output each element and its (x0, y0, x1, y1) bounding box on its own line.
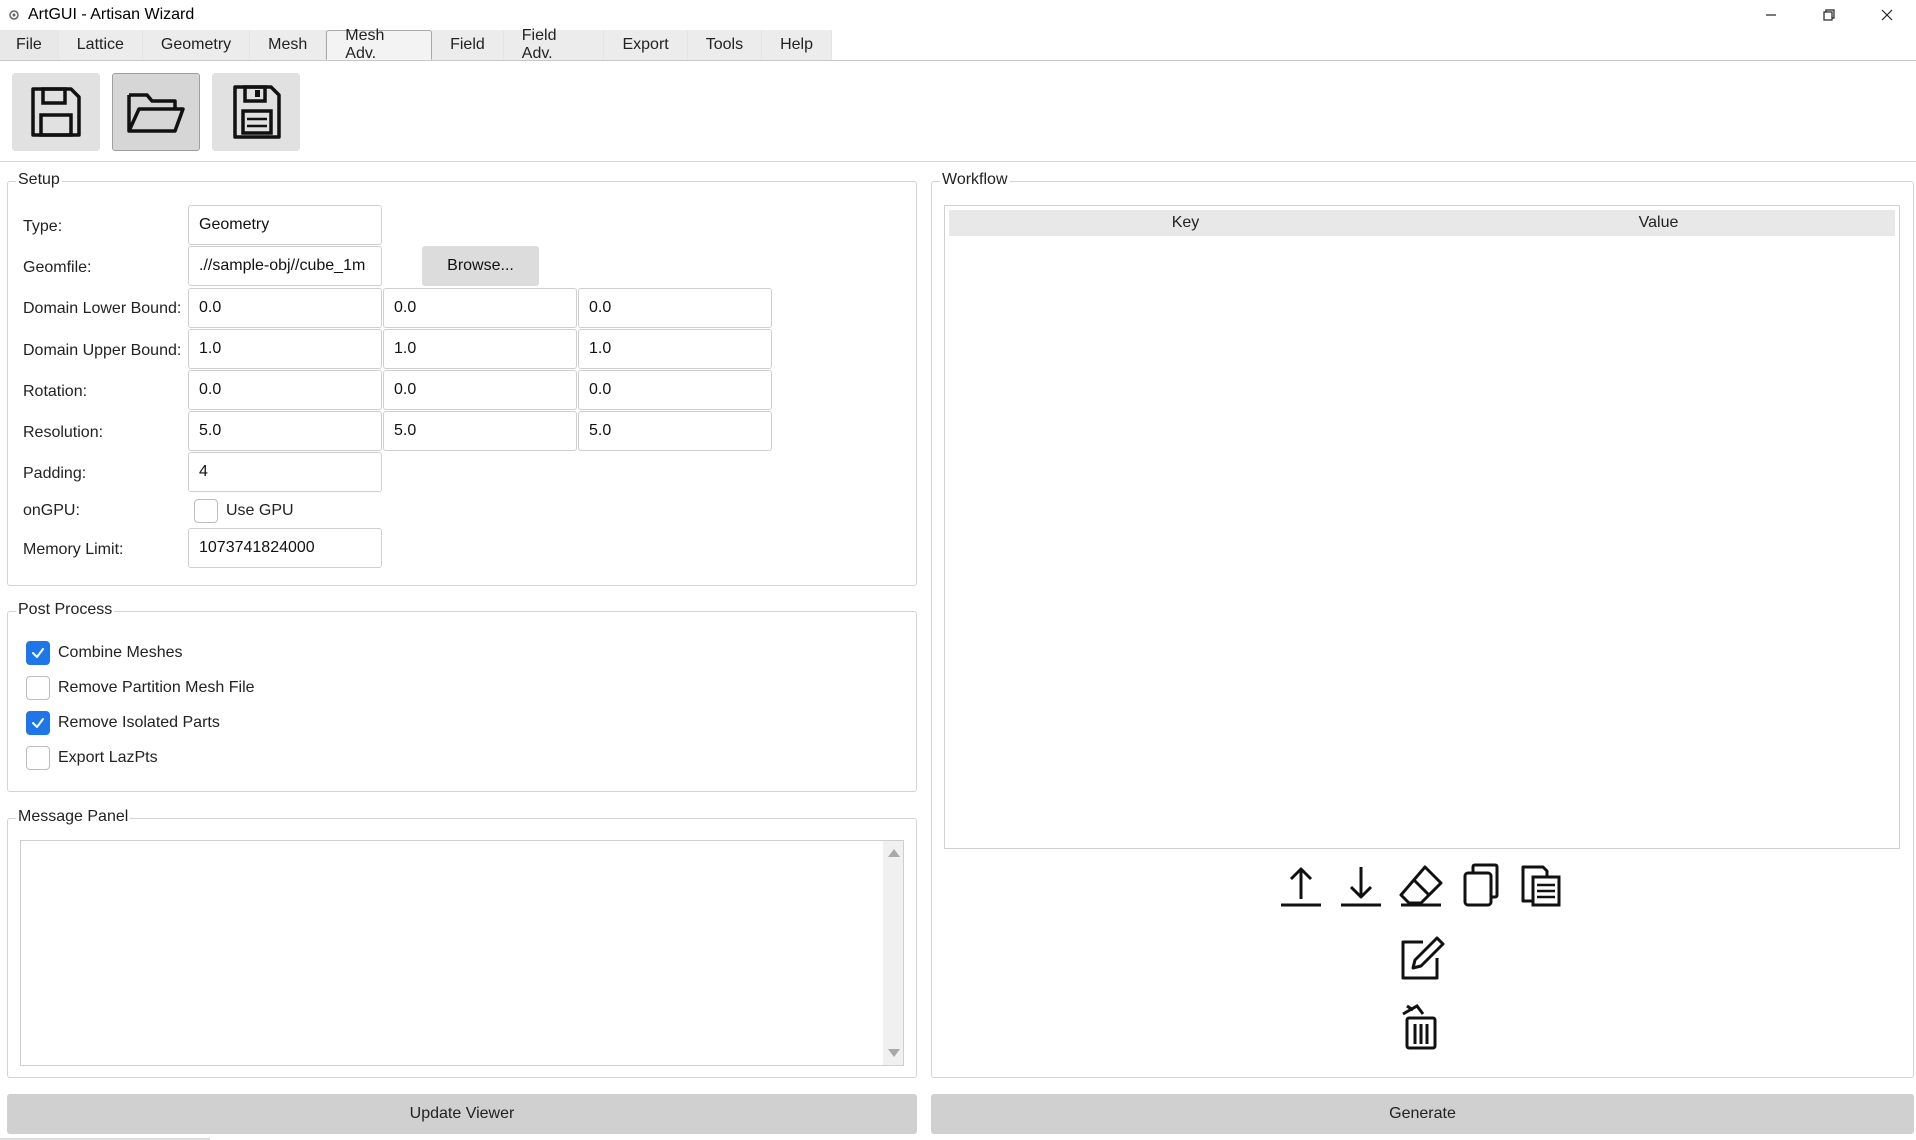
move-up-button[interactable] (1277, 861, 1325, 909)
key-column-header[interactable]: Key (949, 210, 1422, 236)
minimize-button[interactable] (1742, 0, 1800, 30)
open-folder-icon (127, 93, 185, 133)
setup-group: Setup Type: Geometry Geomfile: .//sample… (7, 171, 917, 586)
export-lazpts-label: Export LazPts (58, 749, 158, 766)
paste-icon (1521, 865, 1561, 907)
restore-button[interactable] (1800, 0, 1858, 30)
message-panel-textarea[interactable] (20, 840, 904, 1066)
tab-help[interactable]: Help (762, 30, 832, 60)
tab-mesh[interactable]: Mesh (250, 30, 327, 60)
memory-limit-field[interactable]: 1073741824000 (188, 528, 382, 568)
type-label: Type: (23, 218, 63, 235)
copy-icon (1463, 863, 1499, 907)
resolution-z-field[interactable]: 5.0 (578, 411, 772, 451)
scroll-up-arrow-icon[interactable] (888, 849, 900, 857)
domain-upper-x-field[interactable]: 1.0 (188, 329, 382, 369)
eraser-button[interactable] (1397, 861, 1445, 909)
message-panel-title: Message Panel (16, 808, 131, 826)
resolution-y-field[interactable]: 5.0 (383, 411, 577, 451)
delete-icon (1402, 1004, 1437, 1050)
remove-isolated-parts-checkbox[interactable] (26, 711, 50, 735)
resolution-x-field[interactable]: 5.0 (188, 411, 382, 451)
save-as-button[interactable] (212, 73, 300, 151)
toolbar (0, 61, 1916, 162)
close-icon (1881, 9, 1893, 21)
type-field[interactable]: Geometry (188, 205, 382, 245)
padding-field[interactable]: 4 (188, 452, 382, 492)
domain-lower-y-field[interactable]: 0.0 (383, 288, 577, 328)
tab-file[interactable]: File (0, 30, 59, 60)
combine-meshes-label: Combine Meshes (58, 644, 183, 661)
restore-icon (1823, 9, 1835, 21)
remove-partition-mesh-label: Remove Partition Mesh File (58, 679, 255, 696)
tab-lattice[interactable]: Lattice (59, 30, 143, 60)
workflow-table[interactable]: Key Value (944, 205, 1900, 849)
edit-button[interactable] (1397, 934, 1445, 982)
rotation-y-field[interactable]: 0.0 (383, 370, 577, 410)
copy-button[interactable] (1457, 861, 1505, 909)
minimize-icon (1766, 14, 1776, 16)
open-folder-button[interactable] (112, 73, 200, 151)
remove-isolated-parts-label: Remove Isolated Parts (58, 714, 220, 731)
value-column-header[interactable]: Value (1422, 210, 1895, 236)
combine-meshes-checkbox[interactable] (26, 641, 50, 665)
message-panel-scrollbar[interactable] (883, 841, 903, 1065)
save-button[interactable] (12, 73, 100, 151)
delete-button[interactable] (1397, 1004, 1445, 1052)
message-panel-group: Message Panel (7, 808, 917, 1078)
rotation-label: Rotation: (23, 383, 88, 400)
eraser-icon (1399, 865, 1443, 907)
title-bar: ArtGUI - Artisan Wizard (0, 0, 1916, 30)
close-button[interactable] (1858, 0, 1916, 30)
rotation-x-field[interactable]: 0.0 (188, 370, 382, 410)
remove-partition-mesh-checkbox[interactable] (26, 676, 50, 700)
workflow-group: Workflow Key Value (931, 171, 1914, 1078)
setup-title: Setup (16, 171, 62, 189)
use-gpu-label: Use GPU (226, 502, 294, 519)
tab-geometry[interactable]: Geometry (143, 30, 251, 60)
paste-button[interactable] (1517, 861, 1565, 909)
tab-field[interactable]: Field (432, 30, 504, 60)
tabs: File Lattice Geometry Mesh Mesh Adv. Fie… (0, 27, 832, 62)
domain-upper-z-field[interactable]: 1.0 (578, 329, 772, 369)
domain-upper-y-field[interactable]: 1.0 (383, 329, 577, 369)
move-down-button[interactable] (1337, 861, 1385, 909)
update-viewer-button[interactable]: Update Viewer (7, 1094, 917, 1134)
edit-icon (1401, 936, 1445, 980)
tab-tools[interactable]: Tools (688, 30, 763, 60)
domain-lower-z-field[interactable]: 0.0 (578, 288, 772, 328)
geomfile-field[interactable]: .//sample-obj//cube_1m (188, 246, 382, 286)
domain-lower-x-field[interactable]: 0.0 (188, 288, 382, 328)
use-gpu-checkbox[interactable] (194, 499, 218, 523)
move-up-icon (1281, 867, 1321, 907)
tab-field-adv[interactable]: Field Adv. (504, 27, 605, 62)
app-gear-icon (6, 7, 22, 23)
rotation-z-field[interactable]: 0.0 (578, 370, 772, 410)
workflow-title: Workflow (940, 171, 1010, 189)
checkmark-icon (32, 648, 44, 658)
resolution-label: Resolution: (23, 424, 104, 441)
browse-button[interactable]: Browse... (422, 246, 539, 286)
move-down-icon (1341, 867, 1381, 907)
post-process-group: Post Process Combine Meshes Remove Parti… (7, 601, 917, 792)
save-icon (31, 87, 81, 137)
workflow-table-header: Key Value (949, 210, 1895, 236)
checkmark-icon (32, 718, 44, 728)
main-tab-bar: File Lattice Geometry Mesh Mesh Adv. Fie… (0, 27, 1916, 62)
memory-limit-label: Memory Limit: (23, 541, 124, 558)
domain-upper-label: Domain Upper Bound: (23, 342, 182, 359)
domain-lower-label: Domain Lower Bound: (23, 300, 182, 317)
save-as-icon (233, 85, 281, 139)
tab-export[interactable]: Export (604, 30, 688, 60)
window-controls (1742, 0, 1916, 30)
export-lazpts-checkbox[interactable] (26, 746, 50, 770)
scroll-down-arrow-icon[interactable] (888, 1049, 900, 1057)
geomfile-label: Geomfile: (23, 259, 92, 276)
generate-button[interactable]: Generate (931, 1094, 1914, 1134)
ongpu-label: onGPU: (23, 502, 80, 519)
post-process-title: Post Process (16, 601, 115, 619)
padding-label: Padding: (23, 465, 87, 482)
tab-mesh-adv[interactable]: Mesh Adv. (326, 27, 433, 62)
window-title: ArtGUI - Artisan Wizard (28, 6, 195, 23)
